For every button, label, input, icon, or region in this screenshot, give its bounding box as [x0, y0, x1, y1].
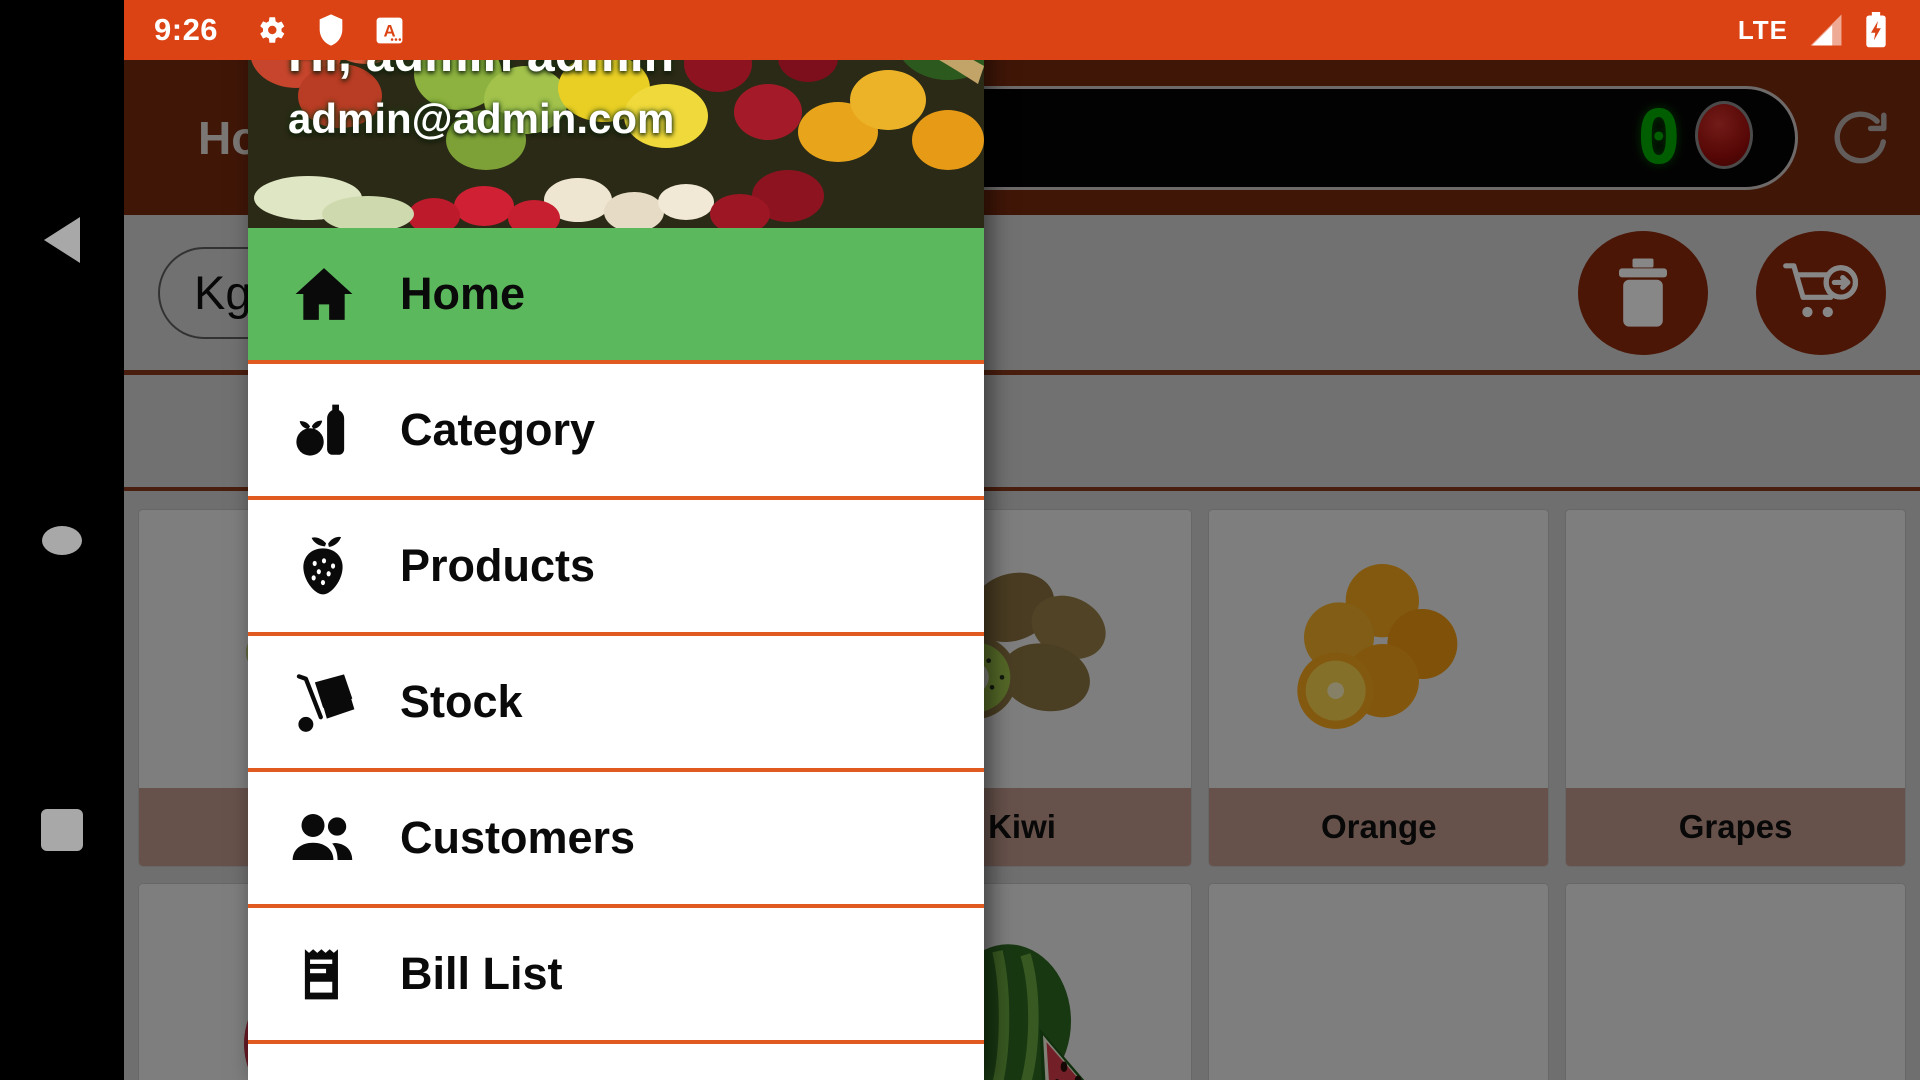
- nav-home-button[interactable]: [0, 490, 124, 590]
- svg-text:A: A: [383, 21, 395, 40]
- network-type-label: LTE: [1737, 14, 1788, 45]
- battery-charging-icon: [1864, 12, 1888, 48]
- sidebar-item-label: Products: [400, 540, 596, 591]
- gear-icon: [254, 13, 288, 47]
- sidebar-item-stock[interactable]: Stock: [248, 636, 984, 772]
- nav-recents-button[interactable]: [0, 780, 124, 880]
- sidebar-item-label: Customers: [400, 812, 636, 863]
- nav-back-button[interactable]: [0, 190, 124, 290]
- sidebar-item-label: Home: [400, 268, 526, 319]
- people-icon: [248, 809, 400, 867]
- android-navigation-bar: [0, 0, 124, 1080]
- app-screen: 9:26 A LTE 0 Kg Kiwi Orange Grapes admin…: [124, 0, 1920, 1080]
- home-icon: [248, 265, 400, 323]
- sidebar-item-customers[interactable]: Customers: [248, 772, 984, 908]
- sidebar-item-products[interactable]: Products: [248, 500, 984, 636]
- strawberry-icon: [248, 535, 400, 597]
- home-circle-icon: [42, 525, 82, 555]
- status-bar: 9:26 A LTE: [124, 0, 1920, 60]
- status-clock: 9:26: [154, 12, 219, 47]
- app-badge-a-icon: A: [374, 15, 405, 46]
- drawer-user-email: admin@admin.com: [288, 95, 675, 142]
- sidebar-item-bill-list[interactable]: Bill List: [248, 908, 984, 1044]
- sidebar-item-label: Category: [400, 404, 596, 455]
- sidebar-item-label: Bill List: [400, 948, 563, 999]
- shield-icon: [316, 13, 346, 47]
- sidebar-item-label: Stock: [400, 676, 523, 727]
- sidebar-item-partial[interactable]: [248, 1044, 984, 1080]
- sidebar-item-home[interactable]: Home: [248, 228, 984, 364]
- tomato-bottle-icon: [248, 399, 400, 461]
- hand-truck-icon: [248, 672, 400, 732]
- sidebar-item-category[interactable]: Category: [248, 364, 984, 500]
- back-triangle-icon: [44, 217, 80, 263]
- receipt-icon: [248, 943, 400, 1005]
- signal-bars-icon: [1806, 13, 1846, 47]
- navigation-drawer: Hi, admin admin admin@admin.com Home Cat…: [248, 0, 984, 1080]
- recents-square-icon: [41, 809, 83, 851]
